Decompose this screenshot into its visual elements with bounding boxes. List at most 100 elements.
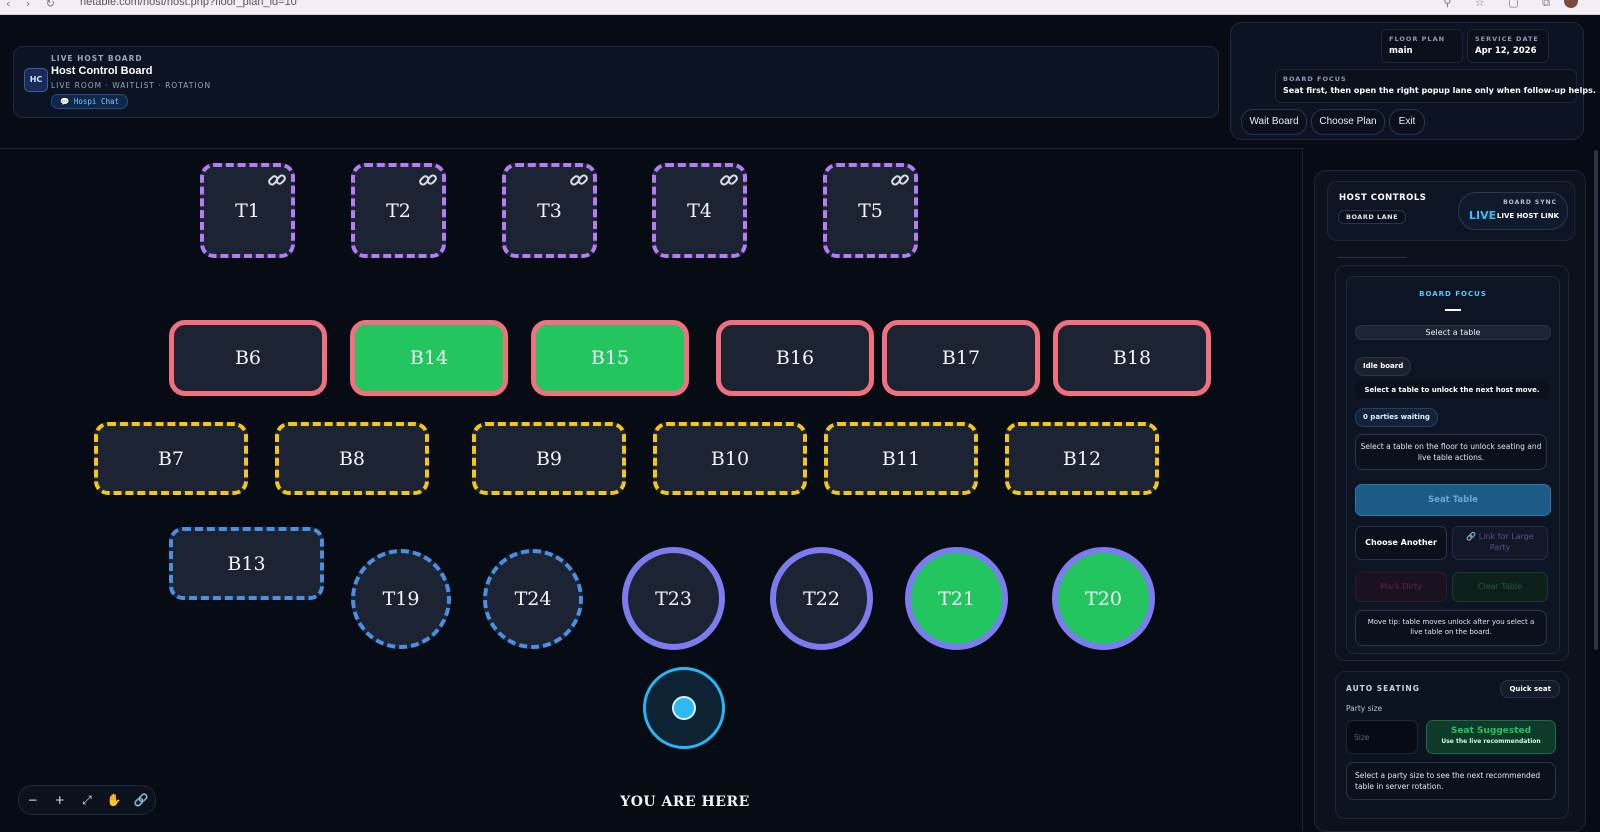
sync-link-text: LIVE HOST LINK [1496,212,1559,220]
page-title: Host Control Board [51,65,153,77]
table-t21[interactable]: T21 [905,547,1008,650]
divider [1337,257,1407,258]
app-logo-icon: HC [24,68,48,92]
choose-another-button[interactable]: Choose Another [1355,526,1447,560]
table-label: B10 [710,447,750,470]
table-label: T1 [235,199,260,222]
table-label: B9 [535,447,563,470]
board-sync-badge: BOARD SYNC LIVE LIVE HOST LINK [1458,192,1568,230]
seat-suggested-button[interactable]: Seat Suggested Use the live recommendati… [1426,720,1556,754]
table-t20[interactable]: T20 [1052,547,1155,650]
exit-button[interactable]: Exit [1389,109,1425,135]
table-label: B14 [409,347,449,369]
table-label: T19 [382,588,420,610]
table-t23[interactable]: T23 [622,547,725,650]
parties-waiting-badge: 0 parties waiting [1355,408,1438,427]
table-t4[interactable]: T4 [652,163,747,258]
table-label: T22 [803,587,840,610]
seat-table-button[interactable]: Seat Table [1355,484,1551,516]
floor-plan-card: FLOOR PLAN main [1381,29,1463,63]
table-t5[interactable]: T5 [823,163,918,258]
table-b18[interactable]: B18 [1053,320,1211,396]
profile-avatar[interactable] [1564,0,1578,8]
header-eyebrow: LIVE HOST BOARD [51,54,143,63]
table-label: B6 [234,347,262,369]
browser-nav-icons[interactable]: ‹ › ↻ [6,0,61,10]
address-bar[interactable]: hetable.com/host/host.php?floor_plan_id=… [80,0,297,8]
table-b10[interactable]: B10 [653,422,807,495]
focus-hint: Select a table to unlock the next host m… [1355,381,1549,399]
party-size-input[interactable]: Size [1346,720,1418,754]
clear-table-button[interactable]: Clear Table [1452,572,1548,602]
link-large-party-button[interactable]: 🔗 Link for Large Party [1452,526,1548,560]
link-mode-icon[interactable]: 🔗 [131,793,151,807]
table-label: T3 [537,199,562,222]
table-t1[interactable]: T1 [200,163,295,258]
table-label: B12 [1062,447,1102,470]
host-controls-panel: HOST CONTROLS BOARD LANE BOARD SYNC LIVE… [1314,170,1586,832]
table-b7[interactable]: B7 [94,422,248,495]
service-date-card: SERVICE DATE Apr 12, 2026 [1467,29,1549,63]
auto-seating-info: Select a party size to see the next reco… [1346,762,1556,800]
hospi-chat-button[interactable]: 💬 Hospi Chat [51,94,129,109]
table-b13[interactable]: B13 [169,527,324,600]
floor-plan-label: FLOOR PLAN [1389,35,1446,43]
table-b15[interactable]: B15 [531,320,689,396]
board-focus-section: BOARD FOCUS Select a table Idle board Se… [1335,265,1569,661]
board-focus-value: Seat first, then open the right popup la… [1283,86,1596,95]
table-b17[interactable]: B17 [882,320,1040,396]
board-lane-chip[interactable]: BOARD LANE [1338,210,1407,224]
link-icon [570,174,588,186]
table-label: T2 [386,199,411,222]
location-dot-icon [672,696,696,720]
zoom-out-icon[interactable]: − [23,793,43,807]
location-marker [643,667,725,749]
link-icon [720,174,738,186]
browser-action-icons[interactable]: ⚲ ☆ ▢ ⧉ [1443,0,1560,10]
wait-board-button[interactable]: Wait Board [1241,109,1307,135]
table-label: T4 [687,199,712,222]
host-controls-title: HOST CONTROLS [1339,193,1427,203]
pan-hand-icon[interactable]: ✋ [104,793,124,807]
host-controls-card: HOST CONTROLS BOARD LANE BOARD SYNC LIVE… [1327,181,1575,241]
table-label: B17 [941,347,981,369]
table-label: T20 [1085,587,1122,610]
table-b8[interactable]: B8 [275,422,429,495]
choose-plan-button[interactable]: Choose Plan [1311,109,1385,135]
table-b11[interactable]: B11 [824,422,978,495]
service-date-label: SERVICE DATE [1475,35,1539,43]
zoom-in-icon[interactable]: + [50,793,70,807]
table-t2[interactable]: T2 [351,163,446,258]
link-icon [891,174,909,186]
table-label: B18 [1112,347,1152,369]
move-tip: Move tip: table moves unlock after you s… [1355,610,1547,646]
table-label: B8 [338,447,366,470]
header-subtitle: LIVE ROOM · WAITLIST · ROTATION [51,81,212,90]
panel-scrollbar[interactable] [1594,150,1598,650]
table-t24[interactable]: T24 [483,549,583,649]
fit-screen-icon[interactable]: ⤢ [77,793,97,808]
table-t19[interactable]: T19 [351,549,451,649]
board-focus-label: BOARD FOCUS [1283,75,1347,83]
table-label: T24 [514,588,552,610]
board-meta-card: FLOOR PLAN main SERVICE DATE Apr 12, 202… [1230,22,1596,140]
seat-suggested-subtitle: Use the live recommendation [1441,738,1541,745]
table-b16[interactable]: B16 [716,320,874,396]
floor-plan-value: main [1389,46,1413,56]
table-b14[interactable]: B14 [350,320,508,396]
auto-seating-card: AUTO SEATING Quick seat Party size Size … [1335,671,1569,819]
table-label: T21 [938,587,975,610]
quick-seat-button[interactable]: Quick seat [1500,680,1560,698]
table-t3[interactable]: T3 [502,163,597,258]
table-t22[interactable]: T22 [770,547,873,650]
table-label: B15 [590,347,630,369]
table-label: T23 [655,587,692,610]
browser-toolbar: ‹ › ↻ hetable.com/host/host.php?floor_pl… [0,0,1600,15]
mark-dirty-button[interactable]: Mark Dirty [1355,572,1447,602]
sync-live-text: LIVE [1469,209,1497,222]
table-b12[interactable]: B12 [1005,422,1159,495]
link-icon [268,174,286,186]
table-b9[interactable]: B9 [472,422,626,495]
table-b6[interactable]: B6 [169,320,327,396]
focus-eyebrow: BOARD FOCUS [1419,290,1487,298]
